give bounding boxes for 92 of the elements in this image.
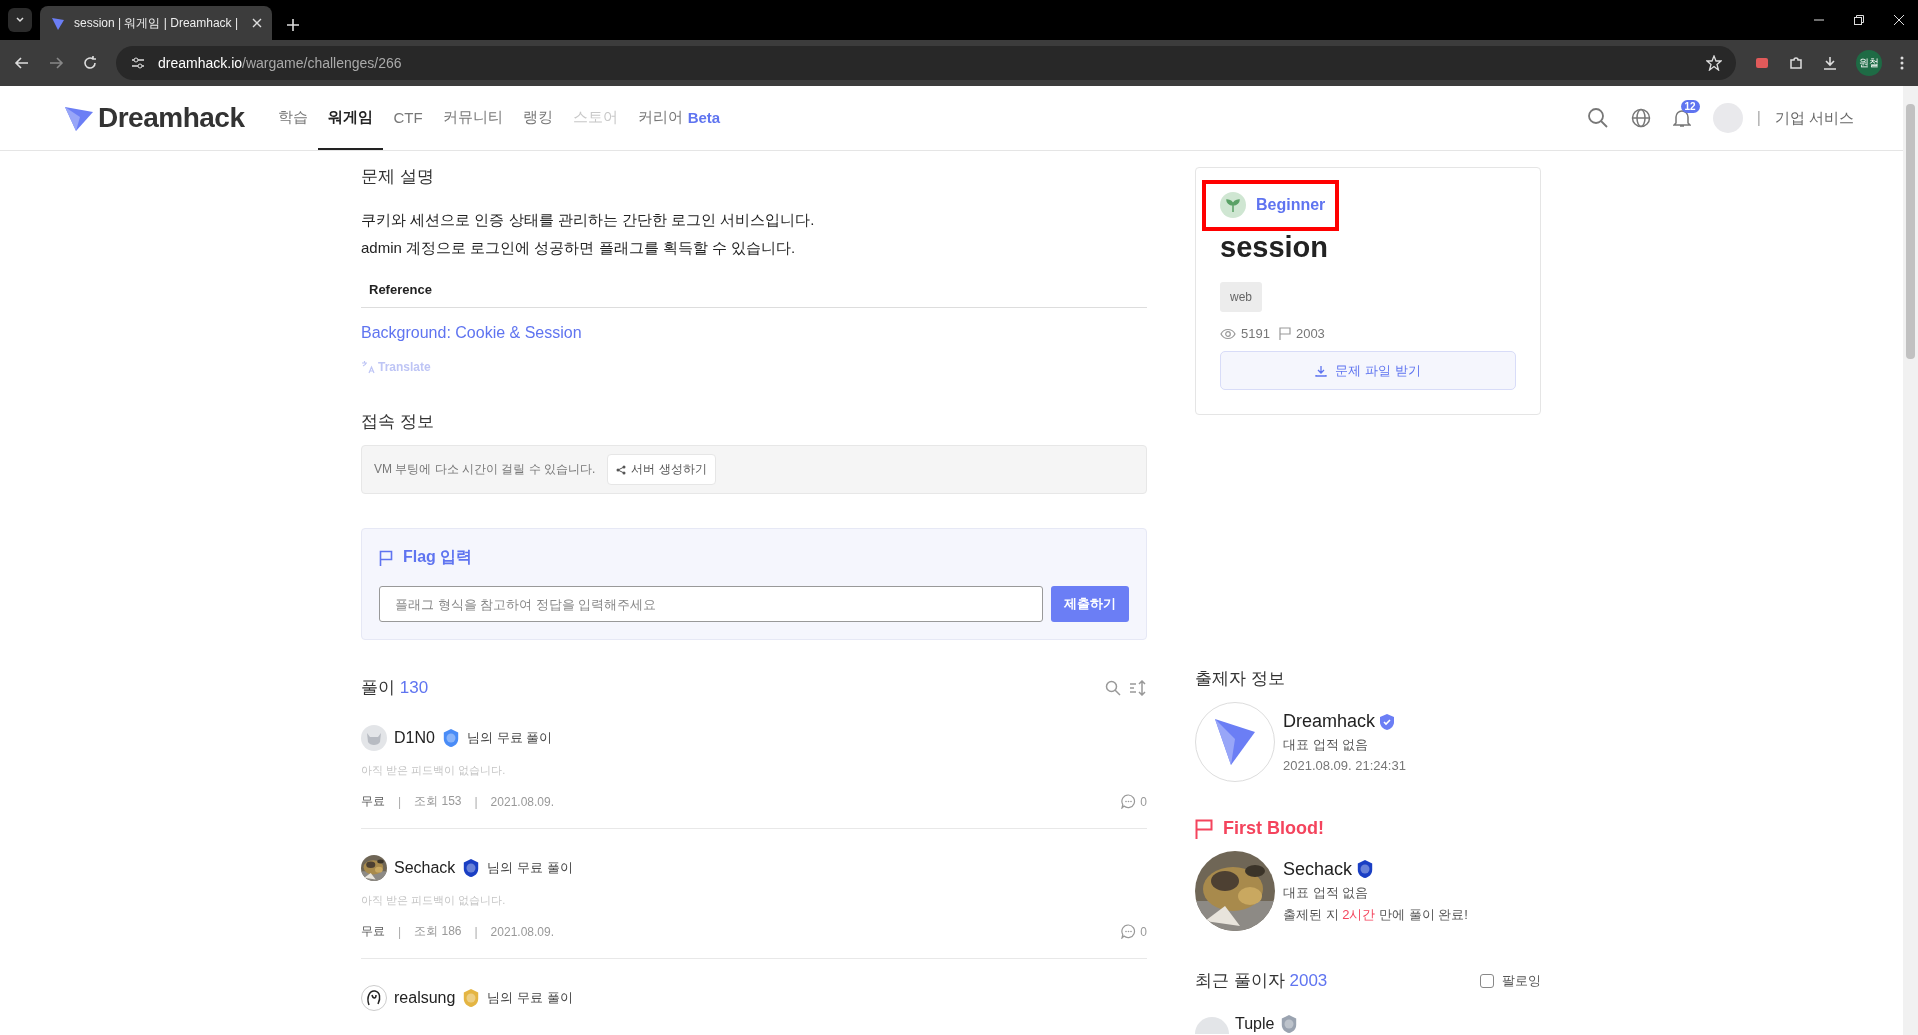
separator-text: | [398, 794, 402, 809]
achievement-text: 대표 업적 없음 [1283, 883, 1370, 902]
sort-icon[interactable] [1129, 679, 1147, 696]
reference-link[interactable]: Background: Cookie & Session [361, 324, 582, 342]
description-text: admin 계정으로 로그인에 성공하면 플래그를 획득할 수 있습니다. [361, 238, 797, 258]
section-title: 접속 정보 [361, 411, 435, 433]
view-count: 조회 153 [414, 793, 462, 810]
solution-label: 님의 무료 풀이 [487, 989, 573, 1007]
achievement-text: 대표 업적 없음 [1283, 736, 1370, 754]
user-name[interactable]: Tuple [1235, 1015, 1275, 1033]
menu-icon[interactable] [1900, 55, 1904, 71]
comment-count: 0 [1140, 794, 1147, 809]
separator-text: | [398, 924, 402, 939]
star-icon[interactable] [1706, 55, 1722, 71]
flag-icon [1278, 327, 1291, 340]
url-text: dreamhack.io/wargame/challenges/266 [158, 55, 402, 71]
author-name[interactable]: Dreamhack [1283, 711, 1376, 732]
category-tag[interactable]: web [1220, 282, 1262, 312]
enterprise-link[interactable]: 기업 서비스 [1774, 108, 1854, 128]
price-text: 무료 [361, 923, 385, 940]
user-name[interactable]: Sechack [1283, 858, 1353, 880]
download-icon [1315, 364, 1328, 377]
price-text: 무료 [361, 793, 385, 810]
solutions-title: 풀이 130 [361, 677, 429, 699]
eye-icon [1220, 327, 1236, 340]
sprout-icon [1220, 192, 1246, 218]
follow-checkbox[interactable] [1480, 973, 1494, 988]
address-bar[interactable]: dreamhack.io/wargame/challenges/266 [116, 46, 1736, 80]
create-server-button[interactable]: 서버 생성하기 [607, 454, 716, 485]
translate-icon [361, 360, 375, 374]
separator-text: | [474, 924, 478, 939]
recent-solvers-title: 최근 풀이자 2003 [1195, 970, 1328, 992]
nav-tab[interactable]: 워게임 [318, 86, 384, 150]
challenge-title: session [1220, 231, 1329, 264]
notification-bell-icon[interactable] [1672, 108, 1691, 128]
user-name[interactable]: Sechack [394, 859, 456, 877]
date-text: 2021.08.09. [490, 794, 554, 809]
close-window-button[interactable] [1894, 15, 1904, 25]
extension-icon[interactable] [1754, 55, 1770, 71]
flag-input-field[interactable]: 플래그 형식을 참고하여 정답을 입력해주세요 [379, 586, 1043, 622]
flag-icon [1195, 818, 1213, 839]
nav-tab[interactable]: 학습 [268, 86, 319, 150]
first-blood-title: First Blood! [1223, 818, 1324, 839]
view-count: 조회 186 [414, 923, 462, 940]
nav-tab[interactable]: 커리어 Beta [627, 86, 731, 150]
nav-tab[interactable]: CTF [383, 86, 433, 150]
description-text: 쿠키와 세션으로 인증 상태를 관리하는 간단한 로그인 서비스입니다. [361, 210, 816, 230]
forward-icon[interactable] [48, 55, 64, 71]
comment-icon [1121, 794, 1137, 809]
scrollbar[interactable] [1903, 86, 1918, 1035]
solution-label: 님의 무료 풀이 [466, 729, 553, 747]
globe-icon[interactable] [1630, 108, 1651, 128]
view-count: 5191 [1241, 326, 1270, 341]
search-icon[interactable] [1105, 679, 1121, 696]
share-icon [616, 464, 627, 475]
restore-button[interactable] [1854, 15, 1864, 25]
boot-note: VM 부팅에 다소 시간이 걸릴 수 있습니다. [374, 461, 596, 478]
level-label: Beginner [1256, 196, 1326, 214]
browser-tab[interactable]: session | 워게임 | Dreamhack | [40, 6, 272, 40]
site-logo[interactable]: Dreamhack [64, 102, 245, 134]
date-text: 2021.08.09. 21:24:31 [1283, 758, 1406, 773]
tab-list-button[interactable] [8, 8, 32, 32]
comment-icon [1121, 924, 1137, 939]
notification-count: 12 [1680, 100, 1700, 113]
separator-text: | [1756, 109, 1761, 127]
solution-label: 님의 무료 풀이 [487, 859, 573, 877]
nav-tab[interactable]: 커뮤니티 [432, 86, 513, 150]
flag-icon [379, 549, 393, 566]
profile-button[interactable]: 원철 [1856, 50, 1882, 76]
nav-tab[interactable]: 랭킹 [512, 86, 563, 150]
flag-title: Flag 입력 [403, 547, 473, 567]
first-blood-note: 출제된 지 2시간 만에 풀이 완료! [1283, 905, 1468, 924]
site-settings-icon[interactable] [130, 55, 146, 71]
reload-icon[interactable] [82, 55, 98, 71]
download-button[interactable]: 문제 파일 받기 [1220, 351, 1516, 390]
close-icon[interactable] [252, 18, 262, 28]
user-name[interactable]: D1N0 [394, 729, 435, 747]
section-title: 출제자 정보 [1195, 668, 1286, 690]
submit-button[interactable]: 제출하기 [1051, 586, 1129, 622]
new-tab-button[interactable] [286, 18, 300, 32]
user-name[interactable]: realsung [394, 989, 456, 1007]
download-icon[interactable] [1822, 55, 1838, 71]
follow-label: 팔로잉 [1502, 971, 1541, 990]
solve-count: 2003 [1295, 326, 1325, 341]
section-title: 문제 설명 [361, 166, 435, 188]
back-icon[interactable] [14, 55, 30, 71]
reference-heading: Reference [361, 268, 1147, 308]
dreamhack-logo-icon [50, 15, 66, 31]
comment-count: 0 [1140, 924, 1147, 939]
search-icon[interactable] [1586, 107, 1609, 129]
separator-text: | [474, 794, 478, 809]
date-text: 2021.08.09. [490, 924, 554, 939]
